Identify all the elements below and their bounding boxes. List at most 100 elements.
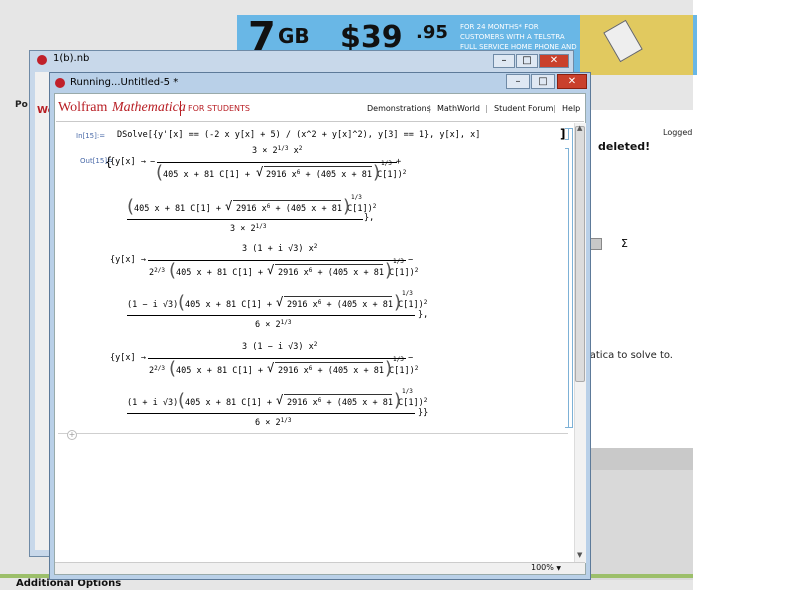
sol3-term2-inner: 405 x + 81 C[1] + (185, 398, 272, 408)
link-divider: | (428, 104, 431, 113)
wolfram-logo: Wolfram (58, 100, 108, 115)
webpage-po-fragment: Po (15, 100, 28, 110)
sol3-term2-denominator: 6 × 21/3 (255, 417, 292, 428)
student-forum-link[interactable]: Student Forum (494, 104, 553, 113)
back-maximize-button[interactable]: □ (516, 54, 538, 68)
outer-exponent: 1/3 (393, 258, 404, 265)
close-brace-comma: }, (418, 310, 429, 320)
mathematica-icon (55, 78, 65, 88)
sol3-den-inner: 405 x + 81 C[1] + (176, 366, 263, 376)
paren-close: ) (394, 292, 402, 313)
close-button[interactable]: ✕ (557, 74, 587, 89)
sol3-numerator: 3 (1 − i √3) x2 (242, 341, 318, 352)
sol1-den-inner: 405 x + 81 C[1] + (163, 170, 250, 180)
sol1-term2-denominator: 3 × 21/3 (230, 223, 267, 234)
sol2-fraction-bar (148, 260, 406, 261)
webpage-band (590, 448, 693, 470)
scrollbar-thumb[interactable] (575, 126, 585, 382)
sqrt-sign: √ (225, 199, 233, 213)
add-cell-icon[interactable]: + (67, 430, 77, 440)
toolbar-divider (56, 121, 584, 122)
editor-format-icon[interactable] (590, 238, 602, 250)
chevron-down-icon: ▼ (556, 565, 562, 572)
front-window-title: Running...Untitled-5 * (70, 77, 179, 88)
webpage-band-lower (590, 470, 693, 580)
sol3-den-prefix: 22/3 (149, 365, 165, 376)
sol1-term2-fraction-bar (127, 219, 363, 220)
sol3-term2-factor: (1 + i √3) (127, 398, 179, 408)
sol3-fraction-bar (148, 358, 406, 359)
minus-sign: − (408, 255, 414, 265)
input-expression[interactable]: DSolve[{y'[x] == (-2 x y[x] + 5) / (x^2 … (117, 130, 480, 140)
minimize-button[interactable]: – (506, 74, 530, 89)
sqrt-sign: √ (267, 361, 275, 375)
sol2-den-sqrt: 2916 x6 + (405 x + 81 C[1])2 (278, 267, 419, 278)
sol2-den-inner: 405 x + 81 C[1] + (176, 268, 263, 278)
sol3-term2-sqrt: 2916 x6 + (405 x + 81 C[1])2 (287, 397, 428, 408)
paren-open: ( (169, 260, 177, 281)
sol2-numerator: 3 (1 + i √3) x2 (242, 243, 318, 254)
sol1-den-sqrt: 2916 x6 + (405 x + 81 C[1])2 (266, 169, 407, 180)
logo-separator (180, 101, 181, 116)
paren-close: ) (394, 390, 402, 411)
mathematica-icon (37, 55, 47, 65)
sol1-term2-inner: 405 x + 81 C[1] + (134, 204, 221, 214)
sqrt-sign: √ (276, 393, 284, 407)
paren-open: ( (127, 196, 135, 217)
sqrt-bar (233, 200, 341, 201)
sqrt-sign: √ (276, 295, 284, 309)
sol2-term2-fraction-bar (127, 315, 415, 316)
sqrt-bar (264, 166, 372, 167)
for-students-label: FOR STUDENTS (188, 104, 250, 113)
maximize-button[interactable]: □ (531, 74, 555, 89)
sol3-term2-fraction-bar (127, 413, 415, 414)
sol2-term2-factor: (1 − i √3) (127, 300, 179, 310)
demonstrations-link[interactable]: Demonstrations (367, 104, 431, 113)
sol1-numerator: 3 × 21/3 x2 (252, 145, 303, 156)
sqrt-bar (275, 362, 383, 363)
sqrt-sign: √ (256, 165, 264, 179)
plus-sign: + (396, 157, 402, 167)
sol2-term2-sqrt: 2916 x6 + (405 x + 81 C[1])2 (287, 299, 428, 310)
back-minimize-button[interactable]: – (493, 54, 515, 68)
mathworld-link[interactable]: MathWorld (437, 104, 480, 113)
back-window-client (35, 72, 50, 550)
input-label: In[15]:= (76, 132, 106, 140)
sol3-lhs: {y[x] → (110, 353, 146, 363)
paren-open: ( (169, 358, 177, 379)
post-title-fragment: deleted! (598, 140, 651, 153)
sol1-fraction-bar (157, 162, 397, 163)
link-divider: | (553, 104, 556, 113)
sqrt-bar (275, 264, 383, 265)
sqrt-sign: √ (267, 263, 275, 277)
back-window-title: 1(b).nb (53, 53, 90, 64)
outer-exponent: 1/3 (393, 356, 404, 363)
paren-open: ( (178, 390, 186, 411)
back-close-button[interactable]: ✕ (539, 54, 569, 68)
group-cell-bracket[interactable] (569, 128, 573, 428)
cell-insertion-bar[interactable] (58, 433, 568, 434)
sqrt-bar (284, 394, 392, 395)
sqrt-bar (284, 296, 392, 297)
ad-price-cents: .95 (416, 22, 448, 43)
sigma-icon[interactable]: Σ (621, 237, 628, 250)
help-link[interactable]: Help (562, 104, 580, 113)
sol3-den-sqrt: 2916 x6 + (405 x + 81 C[1])2 (278, 365, 419, 376)
paren-close: ) (385, 260, 393, 281)
mathematica-logo: Mathematica (112, 100, 186, 115)
sol1-minus: − (150, 157, 156, 167)
scroll-up-arrow-icon[interactable]: ▲ (577, 124, 582, 132)
webpage-content-panel (590, 110, 693, 450)
outer-exponent: 1/3 (402, 290, 413, 297)
paren-open: ( (156, 162, 164, 183)
sol2-term2-denominator: 6 × 21/3 (255, 319, 292, 330)
logged-in-text: Logged (663, 128, 693, 137)
outer-exponent: 1/3 (351, 194, 362, 201)
scroll-down-arrow-icon[interactable]: ▼ (577, 551, 582, 559)
zoom-level[interactable]: 100% ▼ (531, 563, 561, 572)
paren-open: ( (178, 292, 186, 313)
status-bar (55, 562, 585, 574)
outer-exponent: 1/3 (381, 160, 392, 167)
paren-close: ) (343, 196, 351, 217)
close-brace-comma: }, (364, 213, 375, 223)
